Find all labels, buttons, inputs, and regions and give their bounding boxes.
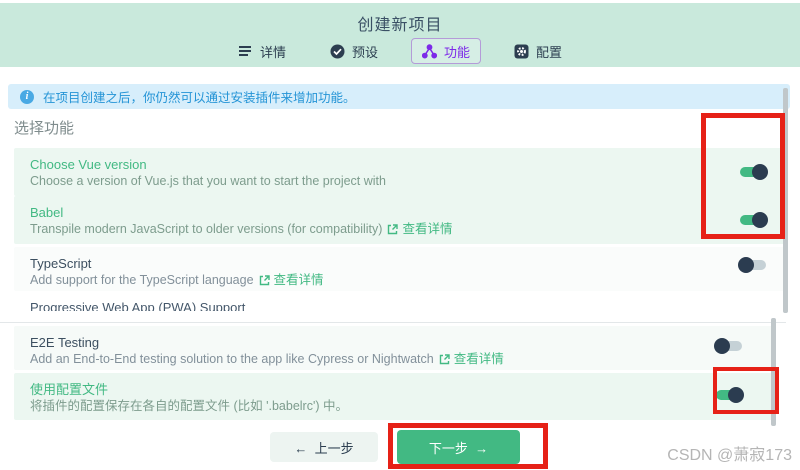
tab-config[interactable]: 配置: [503, 38, 573, 64]
feature-row-e2e-testing[interactable]: E2E Testing Add an End-to-End testing so…: [14, 326, 772, 370]
vue-ui-create-project-page: 创建新项目 详情 预设 功能: [0, 0, 800, 470]
feature-row-typescript[interactable]: TypeScript Add support for the TypeScrip…: [14, 247, 786, 291]
feature-name: Choose Vue version: [30, 156, 786, 173]
more-info-label: 查看详情: [402, 221, 452, 238]
external-link-icon: [259, 275, 270, 286]
toggle-knob: [752, 212, 768, 228]
feature-name: E2E Testing: [30, 334, 772, 351]
list-icon: [238, 44, 253, 59]
section-title: 选择功能: [14, 117, 74, 138]
feature-row-babel[interactable]: Babel Transpile modern JavaScript to old…: [14, 196, 786, 244]
feature-row-use-config-files[interactable]: 使用配置文件 将插件的配置保存在各自的配置文件 (比如 '.babelrc') …: [14, 373, 772, 420]
info-banner-text: 在项目创建之后，你仍然可以通过安装插件来增加功能。: [43, 87, 356, 106]
previous-step-label: 上一步: [315, 441, 354, 456]
feature-toggle[interactable]: [714, 387, 744, 403]
forward-arrow-icon: →: [475, 441, 488, 456]
toggle-knob: [752, 164, 768, 180]
feature-description: Add support for the TypeScript language: [30, 272, 254, 289]
more-info-label: 查看详情: [454, 351, 504, 368]
more-info-label: 查看详情: [274, 272, 324, 289]
page-title: 创建新项目: [0, 11, 800, 35]
tab-details[interactable]: 详情: [227, 38, 297, 64]
more-info-link[interactable]: 查看详情: [387, 221, 452, 238]
toggle-knob: [714, 338, 730, 354]
feature-description: 将插件的配置保存在各自的配置文件 (比如 '.babelrc') 中。: [30, 398, 772, 415]
check-circle-icon: [330, 44, 345, 59]
feature-name: 使用配置文件: [30, 381, 772, 398]
tab-label: 功能: [444, 42, 470, 61]
toggle-knob: [728, 387, 744, 403]
toggle-knob: [738, 257, 754, 273]
gear-icon: [514, 44, 529, 59]
feature-description: Choose a version of Vue.js that you want…: [30, 173, 786, 190]
feature-name: Babel: [30, 204, 786, 221]
feature-row-pwa-clipped[interactable]: Progressive Web App (PWA) Support: [14, 298, 774, 311]
tab-label: 详情: [260, 42, 286, 61]
header: 创建新项目 详情 预设 功能: [0, 3, 800, 67]
info-icon: i: [20, 90, 34, 104]
scrollbar-thumb-bottom[interactable]: [771, 318, 776, 426]
section-divider: [0, 322, 786, 323]
feature-toggle[interactable]: [714, 338, 744, 354]
previous-step-button[interactable]: ← 上一步: [270, 432, 378, 462]
feature-row-choose-vue-version[interactable]: Choose Vue version Choose a version of V…: [14, 148, 786, 196]
external-link-icon: [387, 224, 398, 235]
feature-toggle[interactable]: [738, 164, 768, 180]
feature-description: Transpile modern JavaScript to older ver…: [30, 221, 382, 238]
tab-bar: 详情 预设 功能 配置: [0, 37, 800, 65]
next-step-label: 下一步: [429, 441, 468, 456]
feature-toggle[interactable]: [738, 212, 768, 228]
features-icon: [422, 44, 437, 59]
more-info-link[interactable]: 查看详情: [439, 351, 504, 368]
feature-name: TypeScript: [30, 255, 786, 272]
next-step-button[interactable]: 下一步 →: [397, 430, 520, 464]
watermark: CSDN @萧寂173: [667, 441, 792, 465]
back-arrow-icon: ←: [294, 441, 307, 456]
info-banner: i 在项目创建之后，你仍然可以通过安装插件来增加功能。: [8, 84, 790, 109]
tab-features[interactable]: 功能: [411, 38, 481, 64]
more-info-link[interactable]: 查看详情: [259, 272, 324, 289]
feature-toggle[interactable]: [738, 257, 768, 273]
scrollbar-thumb-top[interactable]: [783, 88, 788, 313]
tab-label: 预设: [352, 42, 378, 61]
feature-name: Progressive Web App (PWA) Support: [30, 298, 774, 311]
tab-label: 配置: [536, 42, 562, 61]
tab-presets[interactable]: 预设: [319, 38, 389, 64]
feature-description: Add an End-to-End testing solution to th…: [30, 351, 434, 368]
external-link-icon: [439, 354, 450, 365]
